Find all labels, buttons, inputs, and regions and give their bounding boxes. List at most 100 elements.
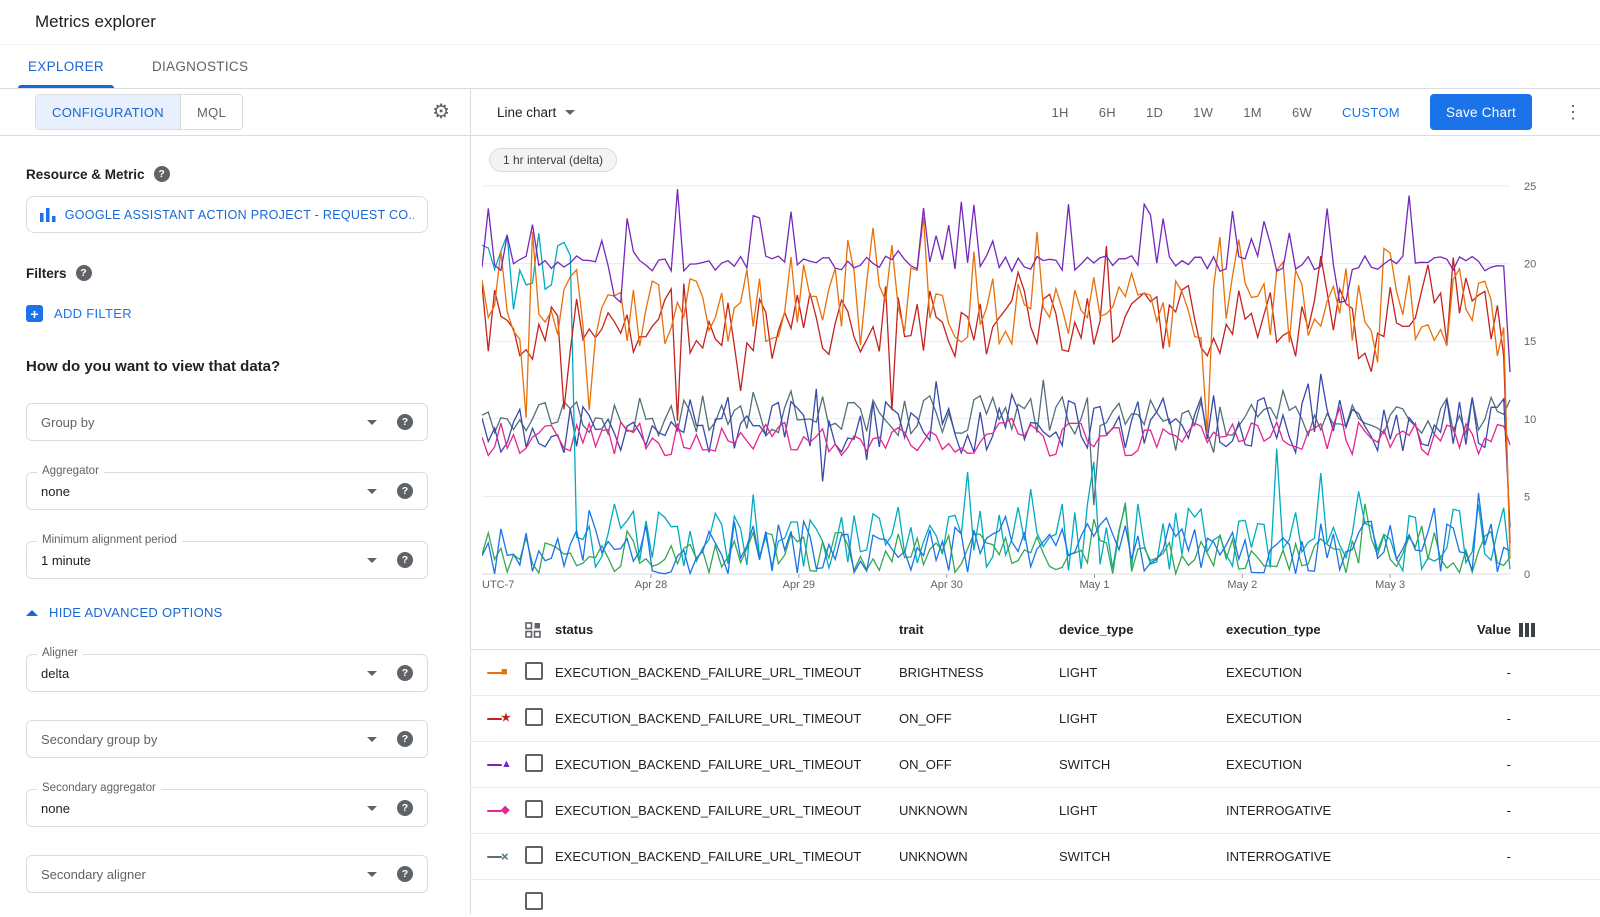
bar-chart-icon — [40, 208, 56, 222]
col-device-type[interactable]: device_type — [1059, 622, 1226, 637]
svg-text:0: 0 — [1524, 569, 1530, 581]
table-row[interactable]: ▲ EXECUTION_BACKEND_FAILURE_URL_TIMEOUT … — [471, 742, 1600, 788]
cell-status: EXECUTION_BACKEND_FAILURE_URL_TIMEOUT — [555, 757, 899, 772]
table-row[interactable]: ◆ EXECUTION_BACKEND_FAILURE_URL_TIMEOUT … — [471, 788, 1600, 834]
min-alignment-value: 1 minute — [41, 553, 367, 568]
help-icon[interactable]: ? — [397, 552, 413, 568]
svg-text:UTC-7: UTC-7 — [482, 579, 514, 591]
sidebar-header: CONFIGURATION MQL ⚙ — [0, 89, 470, 136]
help-icon[interactable]: ? — [76, 265, 92, 281]
row-checkbox[interactable] — [525, 708, 543, 726]
secondary-aggregator-dropdown[interactable]: Secondary aggregator none ? — [26, 789, 428, 827]
svg-text:5: 5 — [1524, 491, 1530, 503]
range-1m[interactable]: 1M — [1243, 105, 1262, 120]
cell-execution-type: INTERROGATIVE — [1226, 849, 1456, 864]
help-icon[interactable]: ? — [397, 731, 413, 747]
cell-trait: ON_OFF — [899, 757, 1059, 772]
chevron-down-icon — [367, 558, 377, 563]
filters-label: Filters — [26, 266, 67, 281]
chevron-down-icon — [367, 420, 377, 425]
help-icon[interactable]: ? — [154, 166, 170, 182]
mql-tab[interactable]: MQL — [180, 95, 242, 129]
col-execution-type[interactable]: execution_type — [1226, 622, 1456, 637]
min-alignment-dropdown[interactable]: Minimum alignment period 1 minute ? — [26, 541, 428, 579]
svg-text:20: 20 — [1524, 259, 1536, 271]
hide-advanced-options-toggle[interactable]: HIDE ADVANCED OPTIONS — [26, 605, 223, 620]
col-trait[interactable]: trait — [899, 622, 1059, 637]
aggregator-value: none — [41, 484, 367, 499]
help-icon[interactable]: ? — [397, 483, 413, 499]
cell-execution-type: INTERROGATIVE — [1226, 803, 1456, 818]
cell-status: EXECUTION_BACKEND_FAILURE_URL_TIMEOUT — [555, 711, 899, 726]
table-row[interactable]: ■ EXECUTION_BACKEND_FAILURE_URL_TIMEOUT … — [471, 650, 1600, 696]
range-custom[interactable]: CUSTOM — [1342, 105, 1400, 120]
svg-text:15: 15 — [1524, 336, 1536, 348]
add-filter-button[interactable]: + ADD FILTER — [26, 305, 132, 322]
range-6w[interactable]: 6W — [1292, 105, 1312, 120]
tab-diagnostics[interactable]: DIAGNOSTICS — [128, 45, 272, 88]
row-checkbox[interactable] — [525, 846, 543, 864]
series-marker-icon: ★ — [487, 713, 514, 724]
resource-metric-section: Resource & Metric ? — [26, 166, 470, 182]
settings-gear-icon[interactable]: ⚙ — [432, 102, 450, 122]
chevron-down-icon — [565, 110, 575, 115]
aggregator-label: Aggregator — [37, 465, 104, 477]
range-6h[interactable]: 6H — [1099, 105, 1116, 120]
help-icon[interactable]: ? — [397, 414, 413, 430]
secondary-aligner-dropdown[interactable]: Secondary aligner ? — [26, 855, 428, 893]
group-by-dropdown[interactable]: Group by ? — [26, 403, 428, 441]
secondary-group-by-dropdown[interactable]: Secondary group by ? — [26, 720, 428, 758]
cell-value: - — [1456, 803, 1511, 818]
resource-metric-button[interactable]: GOOGLE ASSISTANT ACTION PROJECT - REQUES… — [26, 196, 428, 233]
cell-value: - — [1456, 757, 1511, 772]
more-options-kebab-icon[interactable]: ⋮ — [1562, 102, 1584, 123]
legend-toggle-icon[interactable] — [525, 622, 541, 638]
row-checkbox[interactable] — [525, 662, 543, 680]
tab-explorer[interactable]: EXPLORER — [4, 45, 128, 88]
row-checkbox[interactable] — [525, 892, 543, 910]
row-checkbox[interactable] — [525, 754, 543, 772]
svg-text:Apr 28: Apr 28 — [635, 579, 667, 591]
cell-trait: ON_OFF — [899, 711, 1059, 726]
svg-text:May 3: May 3 — [1375, 579, 1405, 591]
series-marker-icon: ■ — [487, 667, 514, 678]
table-row-partial[interactable] — [471, 880, 1600, 915]
legend-table-header: status trait device_type execution_type … — [471, 610, 1600, 650]
aligner-dropdown[interactable]: Aligner delta ? — [26, 654, 428, 692]
col-value[interactable]: Value — [1456, 622, 1511, 637]
svg-text:Apr 29: Apr 29 — [783, 579, 815, 591]
legend-table-body: ■ EXECUTION_BACKEND_FAILURE_URL_TIMEOUT … — [471, 650, 1600, 880]
svg-text:10: 10 — [1524, 414, 1536, 426]
chart-type-dropdown[interactable]: Line chart — [497, 105, 575, 120]
col-status[interactable]: status — [555, 622, 899, 637]
range-1h[interactable]: 1H — [1052, 105, 1069, 120]
chevron-down-icon — [367, 806, 377, 811]
help-icon[interactable]: ? — [397, 665, 413, 681]
chevron-down-icon — [367, 489, 377, 494]
column-settings-icon[interactable] — [1519, 623, 1535, 637]
cell-trait: UNKNOWN — [899, 849, 1059, 864]
help-icon[interactable]: ? — [397, 866, 413, 882]
svg-text:Apr 30: Apr 30 — [930, 579, 962, 591]
table-row[interactable]: × EXECUTION_BACKEND_FAILURE_URL_TIMEOUT … — [471, 834, 1600, 880]
cell-execution-type: EXECUTION — [1226, 711, 1456, 726]
chevron-down-icon — [367, 872, 377, 877]
main-area: CONFIGURATION MQL ⚙ Resource & Metric ? … — [0, 89, 1600, 915]
cell-device-type: SWITCH — [1059, 849, 1226, 864]
add-icon: + — [26, 305, 43, 322]
cell-value: - — [1456, 849, 1511, 864]
help-icon[interactable]: ? — [397, 800, 413, 816]
configuration-tab[interactable]: CONFIGURATION — [36, 95, 180, 129]
line-chart[interactable]: 2520151050UTC-7Apr 28Apr 29Apr 30May 1Ma… — [482, 178, 1572, 592]
secondary-group-by-placeholder: Secondary group by — [41, 732, 367, 747]
chevron-up-icon — [26, 610, 38, 616]
table-row[interactable]: ★ EXECUTION_BACKEND_FAILURE_URL_TIMEOUT … — [471, 696, 1600, 742]
aligner-label: Aligner — [37, 647, 83, 659]
aggregator-dropdown[interactable]: Aggregator none ? — [26, 472, 428, 510]
save-chart-button[interactable]: Save Chart — [1430, 94, 1532, 130]
range-1w[interactable]: 1W — [1193, 105, 1213, 120]
range-1d[interactable]: 1D — [1146, 105, 1163, 120]
row-checkbox[interactable] — [525, 800, 543, 818]
cell-execution-type: EXECUTION — [1226, 665, 1456, 680]
svg-text:25: 25 — [1524, 181, 1536, 193]
